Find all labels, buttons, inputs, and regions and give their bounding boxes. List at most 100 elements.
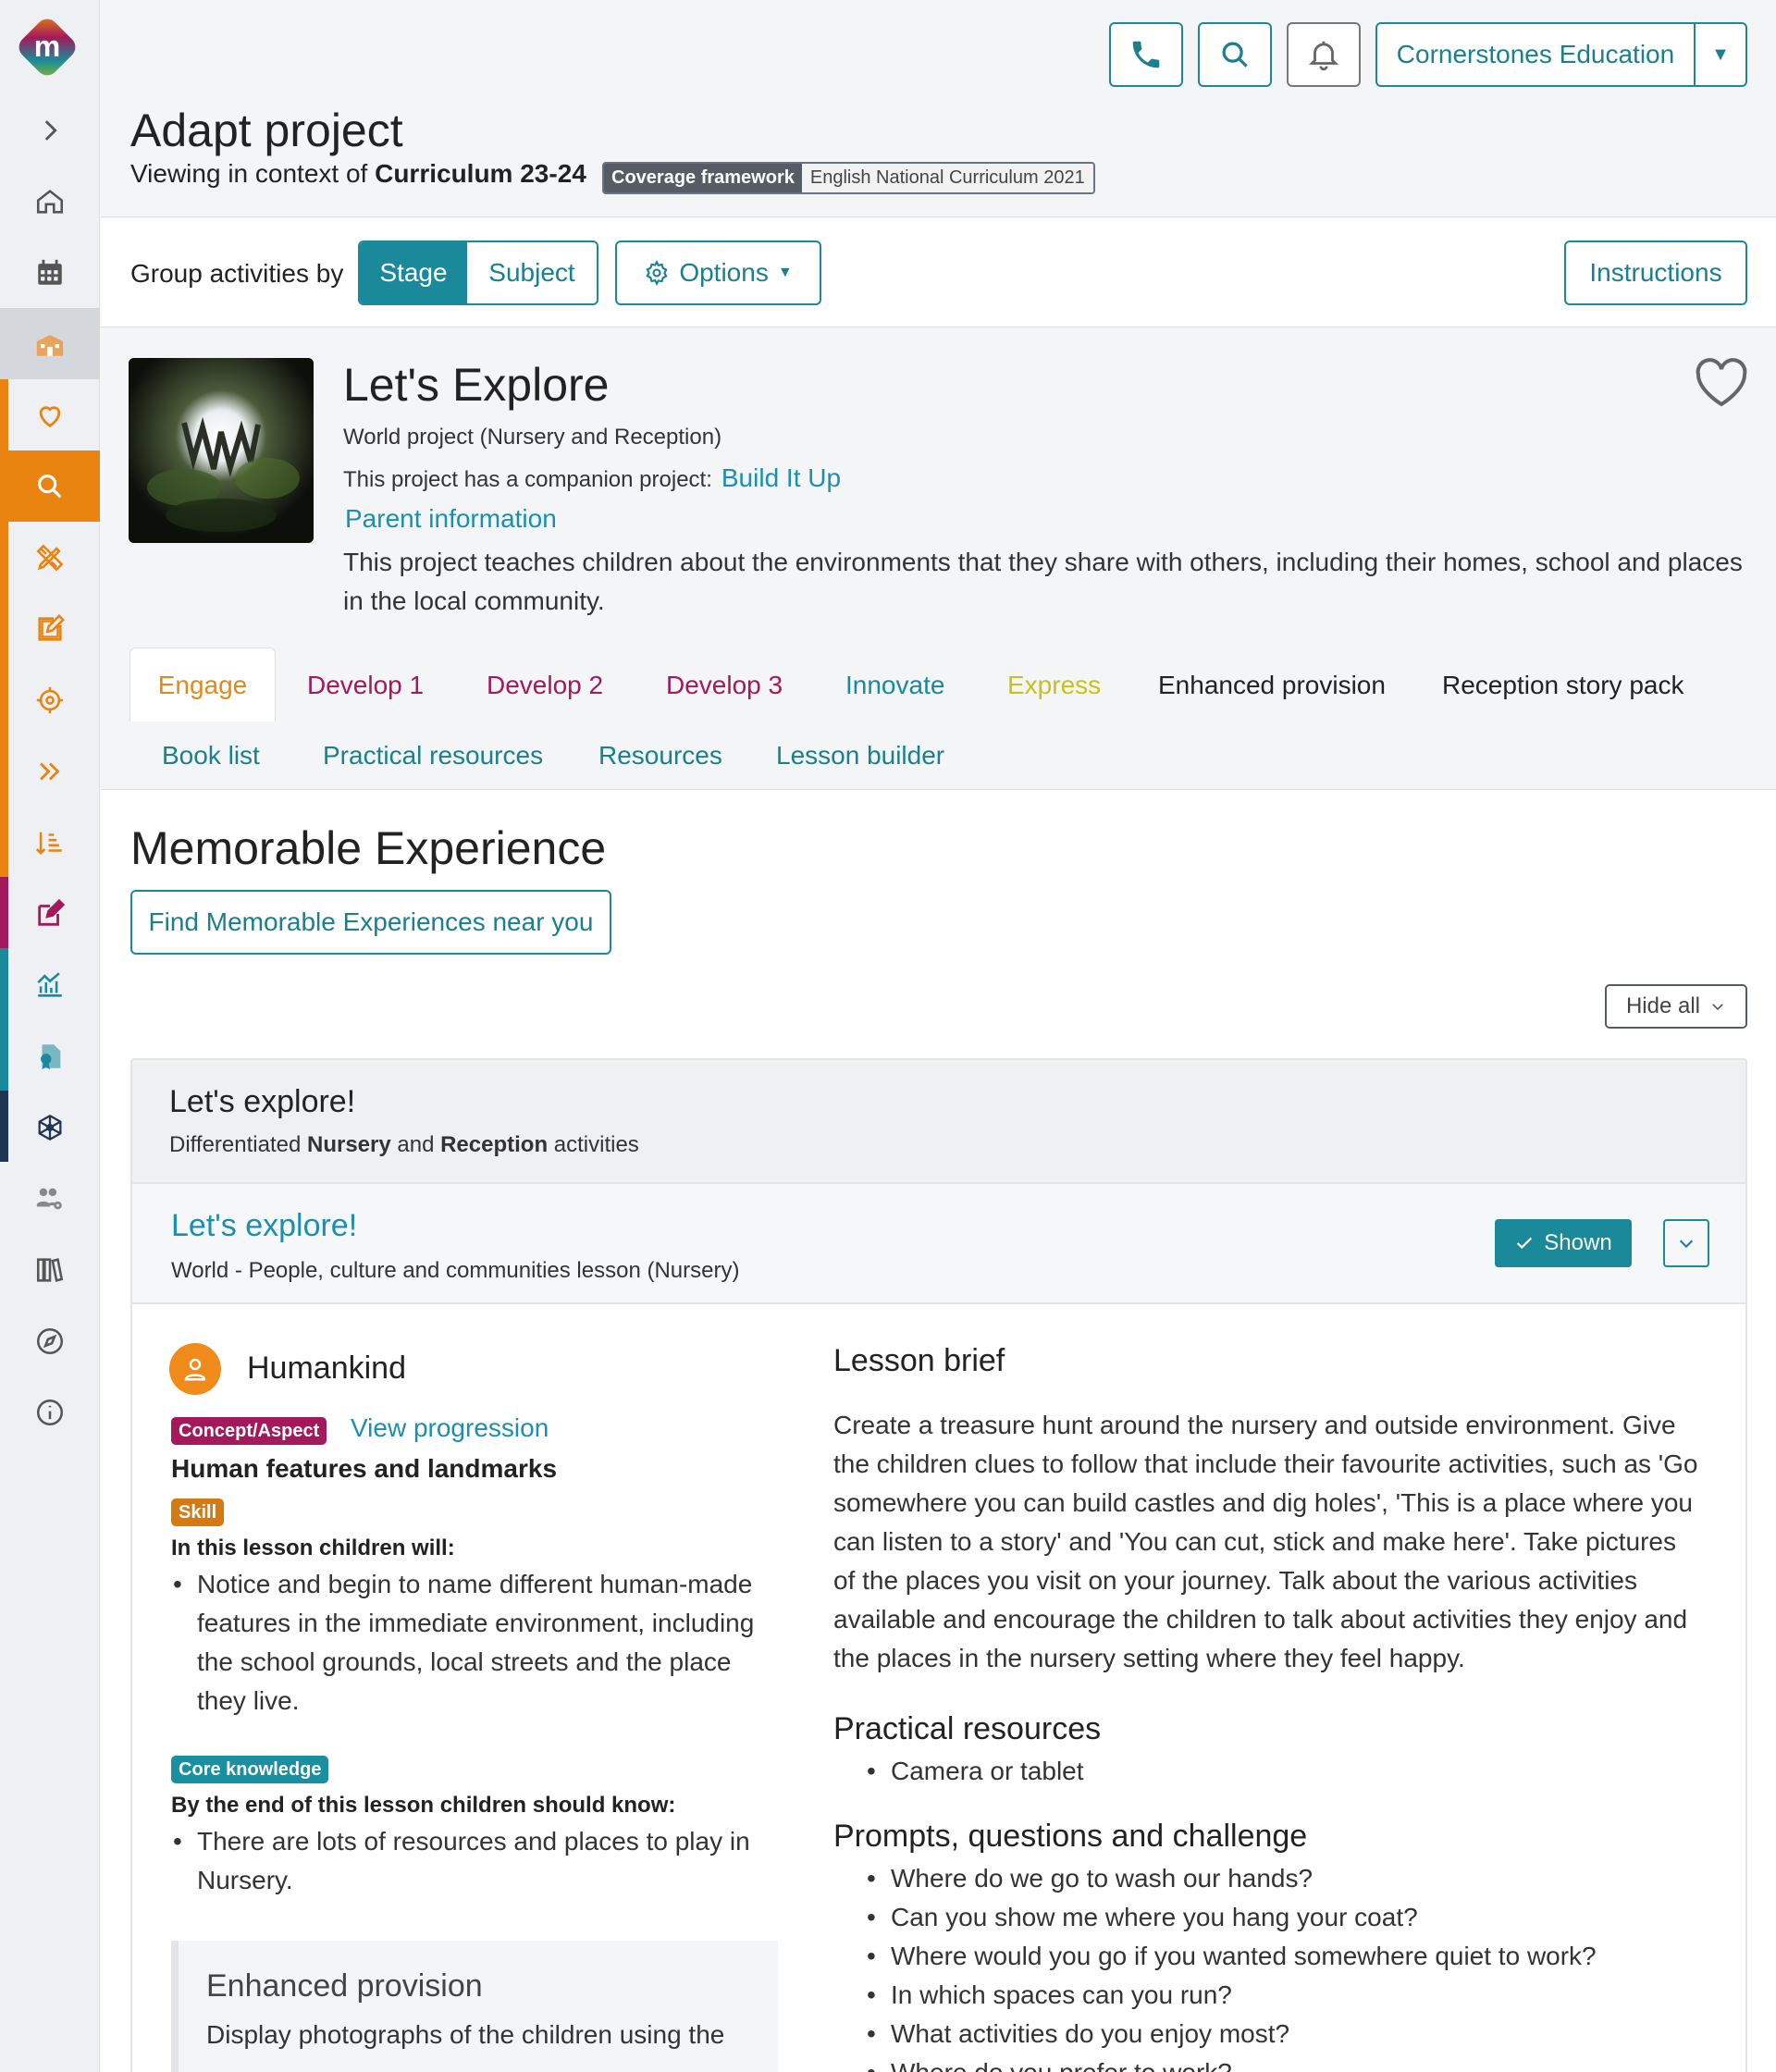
school-switcher[interactable]: Cornerstones Education ▼: [1375, 22, 1747, 87]
users-gear-icon: [36, 1188, 62, 1209]
coverage-framework-badge: Coverage framework English National Curr…: [602, 162, 1095, 194]
school-icon: [36, 334, 64, 356]
concept-title: Human features and landmarks: [171, 1454, 558, 1483]
options-label: Options: [679, 258, 769, 287]
sub-prefix: Differentiated: [169, 1132, 302, 1157]
find-memorable-experiences-button[interactable]: Find Memorable Experiences near you: [130, 890, 611, 955]
search-icon: [1222, 42, 1248, 68]
chevron-right-icon: [44, 119, 57, 141]
nav-search[interactable]: [0, 450, 100, 522]
nav-info[interactable]: [0, 1376, 100, 1448]
nav-library[interactable]: [0, 1234, 100, 1305]
network-icon: [38, 1114, 62, 1141]
chart-icon: [37, 971, 62, 997]
instructions-button[interactable]: Instructions: [1564, 240, 1747, 305]
lesson-subtitle: World - People, culture and communities …: [171, 1258, 740, 1283]
lesson-brief-text: Create a treasure hunt around the nurser…: [833, 1411, 1698, 1672]
lesson-title[interactable]: Let's explore!: [171, 1208, 357, 1244]
certificate-icon: [41, 1043, 61, 1069]
project-subtitle: World project (Nursery and Reception): [343, 425, 722, 450]
page-title: Adapt project: [130, 105, 403, 156]
calendar-icon: [38, 259, 62, 285]
tab-lesson-builder[interactable]: Lesson builder: [776, 741, 944, 771]
phone-button[interactable]: [1109, 22, 1183, 87]
expand-sidebar[interactable]: [0, 94, 100, 166]
know-list: There are lots of resources and places t…: [171, 1822, 782, 1900]
sort-list-icon: [35, 832, 62, 855]
nav-edit[interactable]: [0, 593, 100, 664]
nav-users[interactable]: [0, 1163, 100, 1234]
options-button[interactable]: Options ▼: [615, 240, 821, 305]
school-name[interactable]: Cornerstones Education: [1377, 24, 1696, 85]
parent-information-link[interactable]: Parent information: [345, 504, 557, 534]
tab-reception-story-pack[interactable]: Reception story pack: [1442, 671, 1684, 700]
tab-resources[interactable]: Resources: [598, 741, 722, 771]
nav-analytics[interactable]: [0, 949, 100, 1020]
nav-school[interactable]: [0, 308, 100, 379]
humankind-title: Humankind: [247, 1350, 406, 1386]
context-value: Curriculum 23-24: [375, 159, 586, 188]
nav-home[interactable]: [0, 166, 100, 237]
context-prefix: Viewing in context of: [130, 159, 368, 188]
tab-express[interactable]: Express: [1007, 671, 1101, 700]
notifications-button[interactable]: [1287, 22, 1361, 87]
tab-book-list[interactable]: Book list: [162, 741, 260, 771]
info-icon: [36, 1399, 64, 1425]
tab-develop-2[interactable]: Develop 2: [487, 671, 603, 700]
project-title: Let's Explore: [343, 359, 610, 411]
edit-square-icon: [38, 898, 66, 926]
view-progression-link[interactable]: View progression: [351, 1413, 549, 1443]
shown-toggle-button[interactable]: Shown: [1495, 1219, 1632, 1267]
m-logo[interactable]: m: [13, 13, 81, 81]
sidebar: m: [0, 0, 100, 2072]
tab-engage[interactable]: Engage: [130, 648, 276, 722]
companion-link[interactable]: Build It Up: [722, 463, 841, 493]
nav-progress[interactable]: [0, 735, 100, 807]
nav-assessment[interactable]: [0, 878, 100, 949]
page-context: Viewing in context of Curriculum 23-24: [130, 159, 586, 189]
logo-letter: m: [34, 30, 60, 63]
list-item: Can you show me where you hang your coat…: [865, 1898, 1697, 1937]
nav-network[interactable]: [0, 1092, 100, 1163]
search-icon: [38, 474, 62, 498]
enhanced-provision-box: Enhanced provision Display photographs o…: [171, 1941, 778, 2072]
list-item: Notice and begin to name different human…: [171, 1565, 782, 1720]
check-icon: [1517, 1237, 1533, 1250]
humankind-icon: [169, 1343, 221, 1395]
companion-project: This project has a companion project: Bu…: [343, 463, 841, 493]
list-item: There are lots of resources and places t…: [171, 1822, 782, 1900]
skill-badge: Skill: [171, 1498, 225, 1526]
hide-all-button[interactable]: Hide all: [1605, 984, 1747, 1029]
chevron-down-icon: [1712, 1004, 1723, 1011]
list-item: Where do you prefer to work?: [865, 2054, 1697, 2072]
nav-explore[interactable]: [0, 1305, 100, 1376]
nav-favourites[interactable]: [0, 379, 100, 450]
group-label: Group activities by: [130, 259, 344, 288]
search-button[interactable]: [1198, 22, 1272, 87]
practical-resources-list: Camera or tablet: [865, 1752, 1697, 1791]
sub-reception: Reception: [440, 1132, 549, 1157]
coverage-key: Coverage framework: [604, 164, 802, 192]
nav-planning[interactable]: [0, 522, 100, 593]
tab-innovate[interactable]: Innovate: [845, 671, 944, 700]
nav-sort[interactable]: [0, 807, 100, 878]
nav-calendar[interactable]: [0, 237, 100, 308]
group-activities-bar: Group activities by Stage Subject Option…: [101, 218, 1776, 327]
list-item: In which spaces can you run?: [865, 1976, 1697, 2015]
nav-target[interactable]: [0, 664, 100, 735]
caret-down-icon[interactable]: ▼: [1696, 24, 1745, 85]
practical-resources-title: Practical resources: [833, 1711, 1102, 1746]
tab-develop-1[interactable]: Develop 1: [307, 671, 424, 700]
collapse-lesson-button[interactable]: [1663, 1219, 1709, 1267]
project-thumbnail: [129, 358, 314, 543]
subject-toggle[interactable]: Subject: [467, 242, 597, 303]
stage-toggle[interactable]: Stage: [360, 242, 467, 303]
favourite-heart-icon[interactable]: [1694, 358, 1749, 410]
tab-enhanced-provision[interactable]: Enhanced provision: [1158, 671, 1386, 700]
tab-develop-3[interactable]: Develop 3: [666, 671, 783, 700]
sub-and: and: [397, 1132, 435, 1157]
hide-all-label: Hide all: [1625, 993, 1701, 1018]
edit-icon: [38, 613, 65, 641]
tab-practical-resources[interactable]: Practical resources: [323, 741, 543, 771]
nav-certificates[interactable]: [0, 1020, 100, 1092]
